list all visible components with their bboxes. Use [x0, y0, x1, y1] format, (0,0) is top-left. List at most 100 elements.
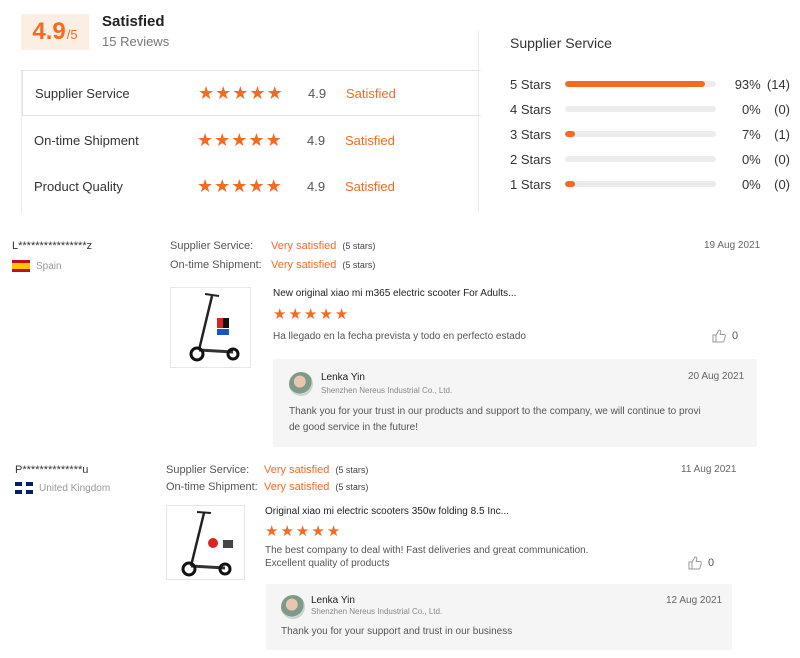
distribution-count: (0) [774, 101, 790, 117]
like-count: 0 [732, 330, 739, 342]
category-stars: ★ ★ ★ ★ ★ [198, 84, 308, 102]
distribution-row: 5 Stars 93% (14) [510, 75, 790, 93]
review-comment-line: Excellent quality of products [265, 558, 390, 569]
category-score: 4.9 [308, 85, 327, 101]
distribution-count: (0) [774, 151, 790, 167]
product-thumbnail[interactable] [166, 505, 245, 580]
distribution-bar [564, 156, 716, 162]
reply-company: Shenzhen Nereus Industrial Co., Ltd. [321, 386, 453, 395]
meta-value: Very satisfied [264, 481, 330, 493]
star-icon: ★ [303, 306, 318, 323]
meta-stars: (5 stars) [342, 241, 376, 251]
category-name: On-time Shipment [34, 132, 139, 148]
star-icon: ★ [248, 130, 265, 150]
overall-score-badge: 4.9 /5 [21, 14, 89, 50]
like-button[interactable]: 0 [688, 556, 714, 570]
distribution-label: 2 Stars [510, 151, 552, 167]
thumbs-up-icon [688, 556, 702, 570]
meta-value: Very satisfied [264, 464, 330, 476]
country-name: Spain [36, 260, 62, 272]
reply-text-line: Thank you for your trust in our products… [289, 406, 701, 417]
distribution-label: 5 Stars [510, 76, 552, 92]
reply-name: Lenka Yin [321, 372, 365, 383]
meta-stars: (5 stars) [335, 465, 369, 475]
star-icon: ★ [326, 523, 341, 540]
supplier-reply: Lenka Yin Shenzhen Nereus Industrial Co.… [273, 359, 757, 447]
avatar [289, 372, 313, 396]
distribution-percent: 0% [741, 101, 761, 117]
overall-status: Satisfied [102, 13, 165, 30]
category-stars: ★ ★ ★ ★ ★ [197, 177, 307, 195]
category-row-product-quality[interactable]: Product Quality ★ ★ ★ ★ ★ 4.9 Satisfied [22, 163, 481, 209]
scooter-image-icon [189, 293, 240, 362]
country-name: United Kingdom [39, 482, 111, 494]
distribution-title: Supplier Service [510, 35, 612, 51]
review-rating-stars: ★ ★ ★ ★ ★ [265, 524, 340, 539]
distribution-bar [564, 181, 716, 187]
distribution-percent: 7% [741, 126, 761, 142]
distribution-row: 2 Stars 0% (0) [510, 150, 790, 168]
product-thumbnail[interactable] [170, 287, 251, 368]
reply-company: Shenzhen Nereus Industrial Co., Ltd. [311, 607, 443, 616]
meta-key: On-time Shipment: [170, 259, 262, 271]
category-row-on-time-shipment[interactable]: On-time Shipment ★ ★ ★ ★ ★ 4.9 Satisfied [22, 117, 481, 163]
distribution-bar-fill [564, 81, 706, 87]
review-comment: Ha llegado en la fecha prevista y todo e… [273, 331, 526, 342]
category-row-supplier-service[interactable]: Supplier Service ★ ★ ★ ★ ★ 4.9 Satisfied [22, 70, 481, 116]
star-icon: ★ [295, 523, 310, 540]
reviewer-name: L****************z [12, 240, 93, 252]
category-score: 4.9 [307, 132, 326, 148]
distribution-bar [564, 106, 716, 112]
reply-text-line: Thank you for your support and trust in … [281, 626, 513, 637]
product-title[interactable]: New original xiao mi m365 electric scoot… [273, 288, 516, 299]
star-icon: ★ [231, 176, 248, 196]
like-button[interactable]: 0 [712, 329, 738, 343]
spain-flag-icon [12, 260, 30, 272]
star-icon: ★ [215, 83, 232, 103]
distribution-label: 3 Stars [510, 126, 552, 142]
star-icon: ★ [280, 523, 294, 540]
distribution-percent: 0% [741, 176, 761, 192]
category-label: Satisfied [346, 85, 396, 101]
avatar [281, 595, 305, 619]
distribution-bar-fill [564, 181, 576, 187]
category-label: Satisfied [345, 132, 395, 148]
distribution-row: 4 Stars 0% (0) [510, 100, 790, 118]
star-icon: ★ [319, 306, 333, 323]
star-icon: ★ [231, 130, 248, 150]
reviewer-country: United Kingdom [15, 482, 110, 494]
reviewer-name: P**************u [15, 464, 89, 476]
distribution-bar [564, 131, 716, 137]
star-icon: ★ [197, 176, 214, 196]
reply-date: 20 Aug 2021 [688, 371, 745, 382]
thumbs-up-icon [712, 329, 726, 343]
meta-key: Supplier Service: [170, 240, 254, 252]
overall-score: 4.9 [32, 18, 66, 45]
supplier-service-rating: Supplier Service: Very satisfied (5 star… [166, 464, 368, 476]
star-icon: ★ [214, 176, 231, 196]
review-date: 11 Aug 2021 [681, 464, 737, 475]
summary-divider [478, 30, 479, 212]
reply-text-line: de good service in the future! [289, 422, 418, 433]
category-stars: ★ ★ ★ ★ ★ [197, 131, 307, 149]
distribution-label: 4 Stars [510, 101, 552, 117]
star-icon: ★ [288, 306, 302, 323]
scooter-image-icon [181, 511, 233, 577]
reply-name: Lenka Yin [311, 595, 355, 606]
distribution-bar [564, 81, 716, 87]
reviews-count: 15 Reviews [102, 34, 170, 49]
reviewer-country: Spain [12, 260, 62, 272]
star-icon: ★ [249, 83, 266, 103]
meta-key: On-time Shipment: [166, 481, 258, 493]
category-score: 4.9 [307, 178, 326, 194]
distribution-percent: 0% [741, 151, 761, 167]
product-title[interactable]: Original xiao mi electric scooters 350w … [265, 506, 509, 517]
star-icon: ★ [273, 306, 287, 323]
distribution-row: 3 Stars 7% (1) [510, 125, 790, 143]
distribution-percent: 93% [734, 76, 761, 92]
review-date: 19 Aug 2021 [704, 240, 761, 251]
distribution-count: (14) [766, 76, 790, 92]
meta-value: Very satisfied [271, 259, 337, 271]
like-count: 0 [708, 557, 715, 569]
star-icon: ★ [265, 130, 282, 150]
